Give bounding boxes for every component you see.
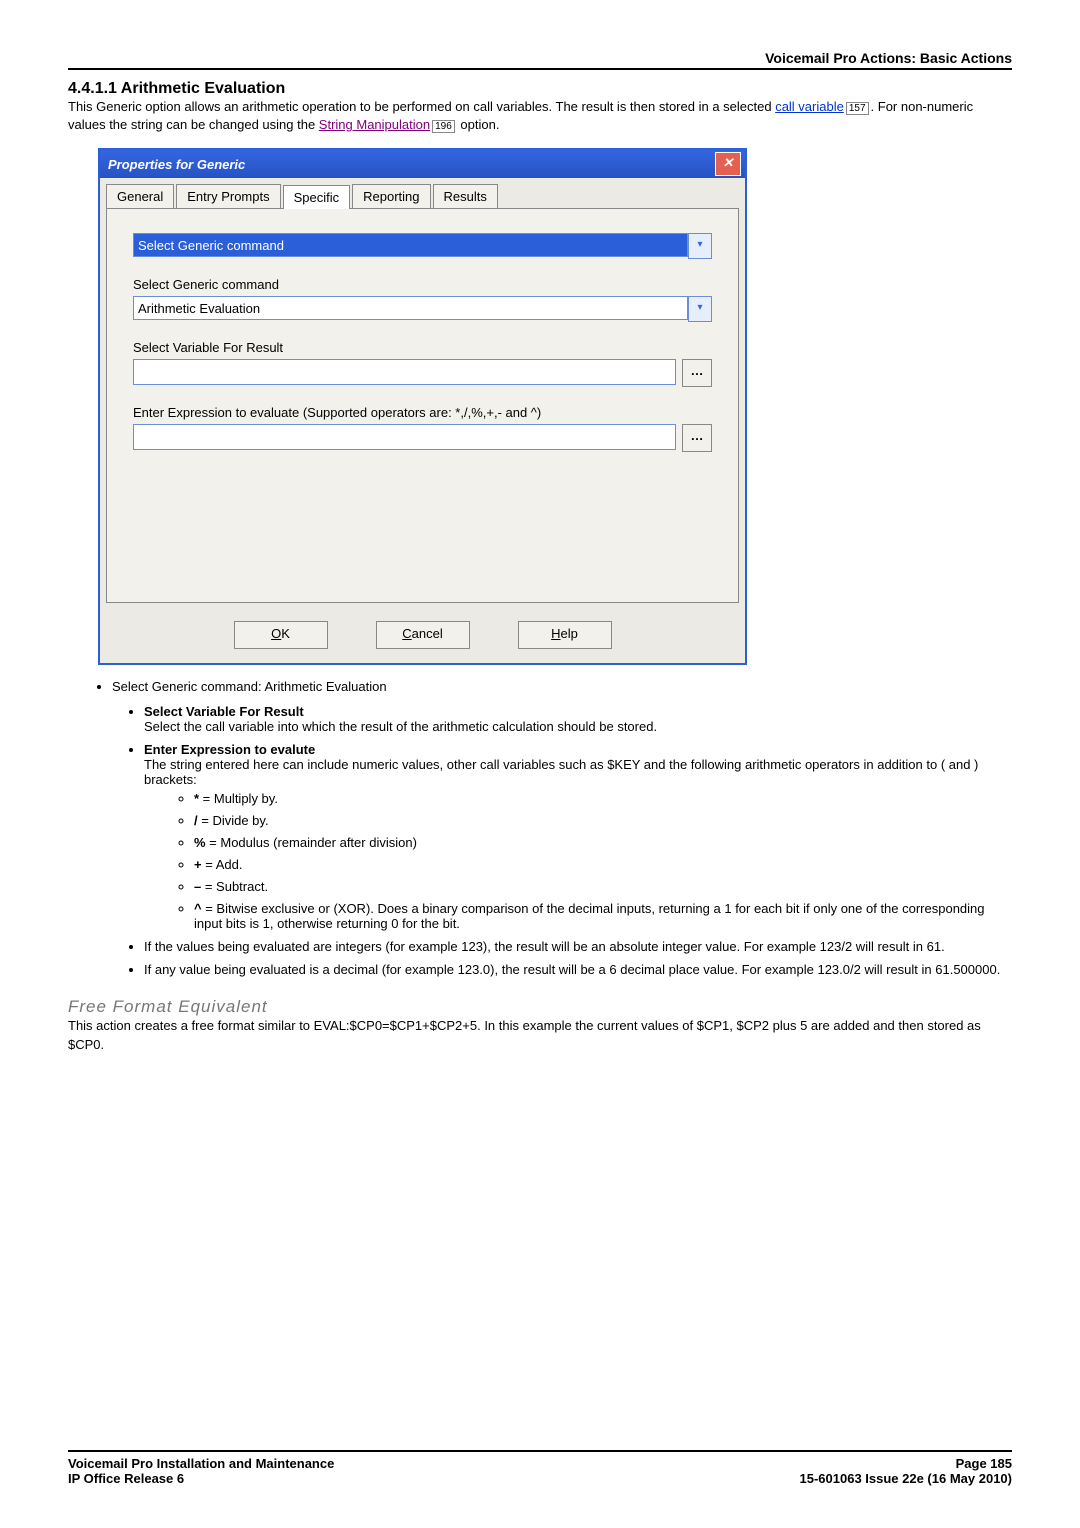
- chevron-down-icon[interactable]: ▾: [688, 233, 712, 259]
- browse-expression-button[interactable]: …: [682, 424, 712, 452]
- footer-left-2: IP Office Release 6: [68, 1471, 184, 1486]
- op-desc: = Divide by.: [198, 813, 269, 828]
- dialog-panel: ▾ Select Generic command ▾ Select Variab…: [106, 208, 739, 603]
- list-item: Enter Expression to evalute The string e…: [144, 742, 1012, 931]
- op-desc: = Multiply by.: [199, 791, 278, 806]
- generic-command-combo[interactable]: ▾: [133, 296, 712, 322]
- list-item: + = Add.: [194, 857, 1012, 872]
- expr-label: Enter Expression to evalute: [144, 742, 315, 757]
- generic-command-label: Select Generic command: [133, 277, 712, 292]
- tab-specific[interactable]: Specific: [283, 185, 351, 209]
- op-desc: = Add.: [202, 857, 243, 872]
- tab-entry-prompts[interactable]: Entry Prompts: [176, 184, 280, 208]
- list-item: / = Divide by.: [194, 813, 1012, 828]
- page-footer: Voicemail Pro Installation and Maintenan…: [68, 1450, 1012, 1486]
- expression-label: Enter Expression to evaluate (Supported …: [133, 405, 712, 420]
- string-manipulation-pageref: 196: [432, 120, 455, 133]
- doc-list-top: Select Generic command: Arithmetic Evalu…: [112, 679, 1012, 694]
- chevron-down-icon[interactable]: ▾: [688, 296, 712, 322]
- list-item: Select Generic command: Arithmetic Evalu…: [112, 679, 1012, 694]
- browse-variable-button[interactable]: …: [682, 359, 712, 387]
- string-manipulation-link[interactable]: String Manipulation: [319, 117, 430, 132]
- section-heading: 4.4.1.1 Arithmetic Evaluation: [68, 80, 1012, 98]
- list-item: If the values being evaluated are intege…: [144, 939, 1012, 954]
- list-item: If any value being evaluated is a decima…: [144, 962, 1012, 977]
- list-item: Select Variable For Result Select the ca…: [144, 704, 1012, 734]
- op-desc: = Subtract.: [201, 879, 268, 894]
- op-key: %: [194, 835, 206, 850]
- dialog-title: Properties for Generic: [104, 157, 715, 172]
- list-item: – = Subtract.: [194, 879, 1012, 894]
- tab-general-label: General: [117, 189, 163, 204]
- operator-list: * = Multiply by. / = Divide by. % = Modu…: [194, 791, 1012, 931]
- tab-entry-label: Entry Prompts: [187, 189, 269, 204]
- list-item: % = Modulus (remainder after division): [194, 835, 1012, 850]
- tab-results-label: Results: [444, 189, 487, 204]
- op-key: +: [194, 857, 202, 872]
- generic-command-input-top[interactable]: [133, 233, 688, 257]
- dialog-titlebar: Properties for Generic ✕: [100, 150, 745, 178]
- variable-result-input[interactable]: [133, 359, 676, 385]
- intro-paragraph: This Generic option allows an arithmetic…: [68, 98, 1012, 134]
- tab-results[interactable]: Results: [433, 184, 498, 208]
- header-rule: [68, 68, 1012, 70]
- footer-right-1: Page 185: [956, 1456, 1012, 1471]
- close-icon[interactable]: ✕: [715, 152, 741, 176]
- footer-right-2: 15-601063 Issue 22e (16 May 2010): [800, 1471, 1013, 1486]
- tab-general[interactable]: General: [106, 184, 174, 208]
- help-button[interactable]: Help: [518, 621, 612, 649]
- free-format-heading: Free Format Equivalent: [68, 997, 1012, 1017]
- op-key: ^: [194, 901, 202, 916]
- dialog-tabs: General Entry Prompts Specific Reporting…: [100, 178, 745, 208]
- footer-left-1: Voicemail Pro Installation and Maintenan…: [68, 1456, 334, 1471]
- tab-reporting[interactable]: Reporting: [352, 184, 430, 208]
- call-variable-pageref: 157: [846, 102, 869, 115]
- doc-list-sub: Select Variable For Result Select the ca…: [144, 704, 1012, 977]
- call-variable-link[interactable]: call variable: [775, 99, 844, 114]
- tab-specific-label: Specific: [294, 190, 340, 205]
- generic-command-combo-top[interactable]: ▾: [133, 233, 712, 259]
- expression-input[interactable]: [133, 424, 676, 450]
- variable-result-label: Select Variable For Result: [133, 340, 712, 355]
- tab-reporting-label: Reporting: [363, 189, 419, 204]
- svfr-text: Select the call variable into which the …: [144, 719, 657, 734]
- list-item: ^ = Bitwise exclusive or (XOR). Does a b…: [194, 901, 1012, 931]
- op-desc: = Modulus (remainder after division): [206, 835, 417, 850]
- free-format-text: This action creates a free format simila…: [68, 1017, 1012, 1053]
- op-desc: = Bitwise exclusive or (XOR). Does a bin…: [194, 901, 985, 931]
- cancel-button[interactable]: Cancel: [376, 621, 470, 649]
- svfr-label: Select Variable For Result: [144, 704, 304, 719]
- header-category: Voicemail Pro Actions: Basic Actions: [68, 50, 1012, 68]
- dialog-button-row: OK Cancel Help: [100, 609, 745, 663]
- intro-text-a: This Generic option allows an arithmetic…: [68, 99, 775, 114]
- intro-text-c: option.: [457, 117, 500, 132]
- footer-rule: [68, 1450, 1012, 1452]
- ok-button[interactable]: OK: [234, 621, 328, 649]
- generic-command-input[interactable]: [133, 296, 688, 320]
- list-item: * = Multiply by.: [194, 791, 1012, 806]
- expr-text: The string entered here can include nume…: [144, 757, 978, 787]
- properties-dialog: Properties for Generic ✕ General Entry P…: [98, 148, 747, 665]
